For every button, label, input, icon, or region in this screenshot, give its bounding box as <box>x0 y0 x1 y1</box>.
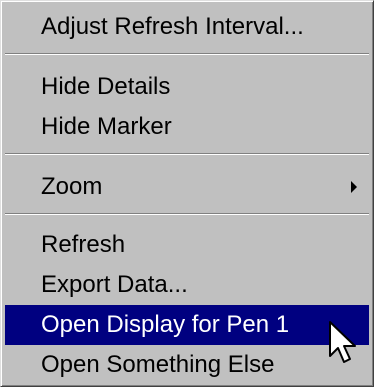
menu-item-label: Refresh <box>41 231 126 258</box>
menu-item-label: Adjust Refresh Interval... <box>41 13 304 40</box>
menu-item-label: Hide Marker <box>41 113 172 140</box>
menu-item-hide-details[interactable]: Hide Details <box>5 67 369 107</box>
menu-separator <box>5 53 369 55</box>
menu-item-open-display-for-pen-1[interactable]: Open Display for Pen 1 <box>5 305 369 345</box>
menu-item-refresh[interactable]: Refresh <box>5 225 369 265</box>
chevron-right-icon <box>351 181 357 193</box>
menu-item-label: Zoom <box>41 173 103 200</box>
mouse-pointer-icon <box>329 321 356 363</box>
menu-item-hide-marker[interactable]: Hide Marker <box>5 107 369 147</box>
menu-item-label: Open Display for Pen 1 <box>41 311 290 338</box>
menu-item-export-data[interactable]: Export Data... <box>5 265 369 305</box>
menu-item-label: Export Data... <box>41 271 188 298</box>
menu-item-label: Open Something Else <box>41 351 275 378</box>
menu-item-adjust-refresh-interval[interactable]: Adjust Refresh Interval... <box>5 7 369 47</box>
menu-separator <box>5 213 369 215</box>
menu-item-zoom[interactable]: Zoom <box>5 167 369 207</box>
menu-item-label: Hide Details <box>41 73 171 100</box>
menu-separator <box>5 153 369 155</box>
context-menu: Adjust Refresh Interval... Hide Details … <box>0 0 374 387</box>
menu-item-open-something-else[interactable]: Open Something Else <box>5 345 369 385</box>
